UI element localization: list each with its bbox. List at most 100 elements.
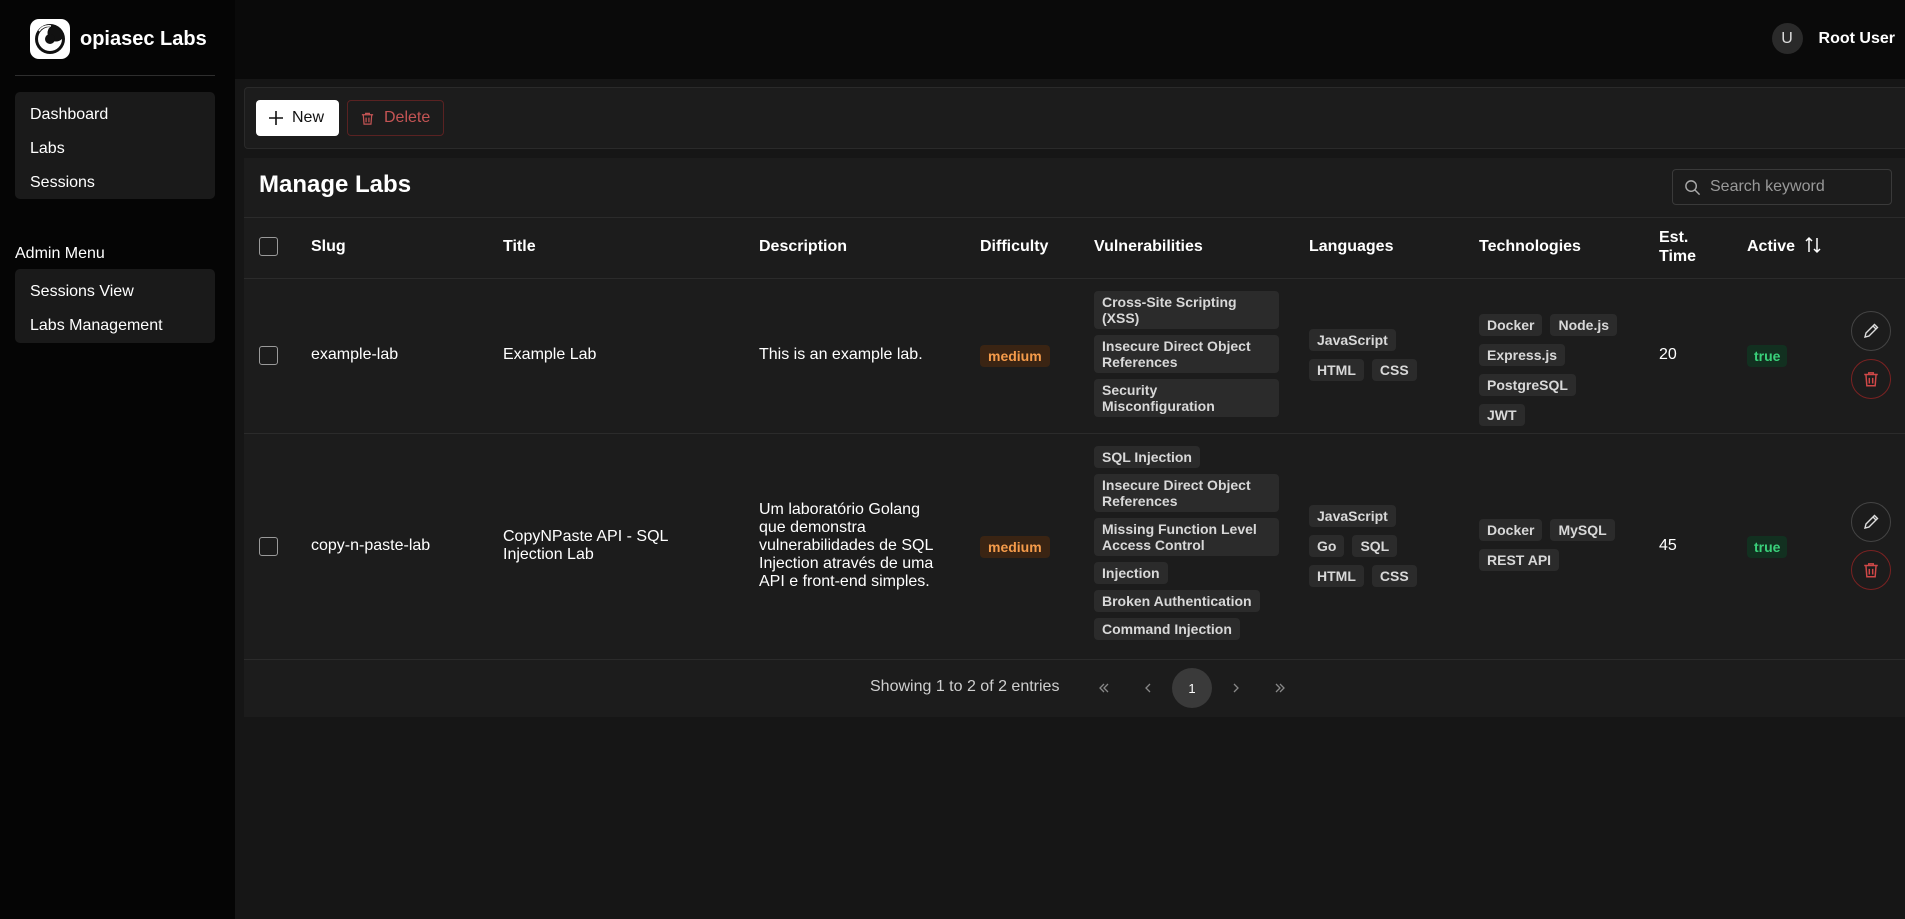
vulnerability-tag: Injection: [1094, 562, 1168, 584]
row-checkbox[interactable]: [259, 346, 278, 365]
vulnerability-tag: Broken Authentication: [1094, 590, 1260, 612]
sidebar-item-sessions[interactable]: Sessions: [15, 166, 215, 200]
row-title: CopyNPaste API - SQL Injection Lab: [503, 528, 668, 563]
new-button-label: New: [292, 109, 325, 126]
search-box[interactable]: [1672, 169, 1892, 205]
pagination-info: Showing 1 to 2 of 2 entries: [870, 678, 1060, 695]
column-header-title[interactable]: Title: [503, 237, 536, 256]
active-badge: true: [1747, 345, 1788, 367]
user-menu[interactable]: U Root User: [1771, 23, 1895, 54]
brand-logo-icon: [30, 19, 70, 59]
column-header-est-time[interactable]: Est. Time: [1659, 228, 1696, 266]
column-header-est-time-line2: Time: [1659, 248, 1697, 265]
sidebar-item-labs[interactable]: Labs: [15, 132, 215, 166]
delete-row-button[interactable]: [1851, 550, 1891, 590]
column-header-languages[interactable]: Languages: [1309, 237, 1393, 256]
language-tag: HTML: [1309, 359, 1364, 381]
sidebar-item-sessions-view[interactable]: Sessions View: [15, 275, 215, 309]
sidebar: opiasec Labs Dashboard Labs Sessions Adm…: [0, 0, 235, 919]
brand[interactable]: opiasec Labs: [30, 19, 207, 59]
technology-tag: MySQL: [1550, 519, 1615, 541]
technology-tag: Node.js: [1550, 314, 1618, 336]
technology-tag: Docker: [1479, 314, 1543, 336]
admin-nav: Sessions View Labs Management: [15, 269, 215, 343]
plus-icon: [269, 111, 283, 125]
sidebar-item-labs-management[interactable]: Labs Management: [15, 309, 215, 343]
search-icon: [1685, 179, 1701, 195]
vulnerability-tag: Command Injection: [1094, 618, 1240, 640]
next-page-button[interactable]: [1216, 668, 1256, 708]
technology-tag: PostgreSQL: [1479, 374, 1576, 396]
column-header-est-time-line1: Est.: [1659, 229, 1689, 246]
delete-button-label: Delete: [384, 109, 431, 126]
language-tags: JavaScript Go SQL HTML CSS: [1309, 505, 1439, 587]
vulnerability-tag: SQL Injection: [1094, 446, 1200, 468]
divider: [244, 433, 1905, 434]
edit-button[interactable]: [1851, 502, 1891, 542]
edit-button[interactable]: [1851, 311, 1891, 351]
labs-panel: Manage Labs Slug Title Description Diffi…: [244, 158, 1905, 717]
trash-icon: [361, 112, 374, 125]
avatar[interactable]: U: [1771, 23, 1803, 54]
divider: [244, 217, 1905, 218]
column-header-active[interactable]: Active: [1747, 236, 1822, 256]
toolbar: New Delete: [244, 87, 1905, 149]
pencil-icon: [1864, 514, 1879, 529]
delete-row-button[interactable]: [1851, 359, 1891, 399]
language-tag: JavaScript: [1309, 505, 1396, 527]
trash-icon: [1864, 372, 1878, 387]
brand-name: opiasec Labs: [80, 27, 207, 50]
new-button[interactable]: New: [256, 100, 339, 136]
search-input[interactable]: [1710, 178, 1880, 196]
sort-icon[interactable]: [1805, 236, 1822, 254]
double-chevron-right-icon: [1275, 683, 1285, 693]
header: U Root User: [235, 0, 1905, 79]
pencil-icon: [1864, 323, 1879, 338]
language-tag: CSS: [1371, 359, 1417, 381]
language-tag: CSS: [1371, 565, 1417, 587]
double-chevron-left-icon: [1099, 683, 1109, 693]
trash-icon: [1864, 563, 1878, 578]
technology-tag: REST API: [1479, 549, 1560, 571]
first-page-button[interactable]: [1084, 668, 1124, 708]
column-header-difficulty[interactable]: Difficulty: [980, 237, 1048, 256]
page-button-current[interactable]: 1: [1172, 668, 1212, 708]
chevron-left-icon: [1145, 683, 1151, 693]
select-all-checkbox[interactable]: [259, 237, 278, 256]
column-header-slug[interactable]: Slug: [311, 237, 346, 256]
previous-page-button[interactable]: [1128, 668, 1168, 708]
difficulty-badge: medium: [980, 345, 1050, 367]
divider: [15, 75, 215, 76]
user-name[interactable]: Root User: [1819, 30, 1895, 48]
column-header-active-label: Active: [1747, 238, 1796, 255]
row-title: Example Lab: [503, 346, 597, 363]
column-header-vulnerabilities[interactable]: Vulnerabilities: [1094, 237, 1203, 256]
vulnerability-tag: Cross-Site Scripting (XSS): [1094, 291, 1279, 329]
row-description: Um laboratório Golang que demonstra vuln…: [759, 501, 934, 590]
sidebar-item-dashboard[interactable]: Dashboard: [15, 98, 215, 132]
language-tag: Go: [1309, 535, 1345, 557]
vulnerability-tags: SQL Injection Insecure Direct Object Ref…: [1094, 446, 1279, 646]
column-header-description[interactable]: Description: [759, 237, 847, 256]
delete-button[interactable]: Delete: [347, 100, 444, 136]
technology-tag: Docker: [1479, 519, 1543, 541]
row-slug: copy-n-paste-lab: [311, 537, 431, 554]
language-tag: SQL: [1352, 535, 1398, 557]
vulnerability-tag: Missing Function Level Access Control: [1094, 518, 1279, 556]
divider: [244, 278, 1905, 279]
last-page-button[interactable]: [1260, 668, 1300, 708]
column-header-technologies[interactable]: Technologies: [1479, 237, 1581, 256]
divider: [244, 659, 1905, 660]
technology-tag: Express.js: [1479, 344, 1566, 366]
row-checkbox[interactable]: [259, 537, 278, 556]
technology-tags: Docker MySQL REST API: [1479, 519, 1629, 571]
admin-menu-title: Admin Menu: [15, 245, 105, 262]
difficulty-badge: medium: [980, 536, 1050, 558]
vulnerability-tags: Cross-Site Scripting (XSS) Insecure Dire…: [1094, 291, 1279, 423]
vulnerability-tag: Insecure Direct Object References: [1094, 474, 1279, 512]
page-title: Manage Labs: [259, 171, 412, 198]
technology-tags: Docker Node.js Express.js PostgreSQL JWT: [1479, 314, 1629, 426]
language-tags: JavaScript HTML CSS: [1309, 329, 1439, 381]
row-est-time: 20: [1659, 346, 1677, 363]
row-description: This is an example lab.: [759, 346, 923, 363]
